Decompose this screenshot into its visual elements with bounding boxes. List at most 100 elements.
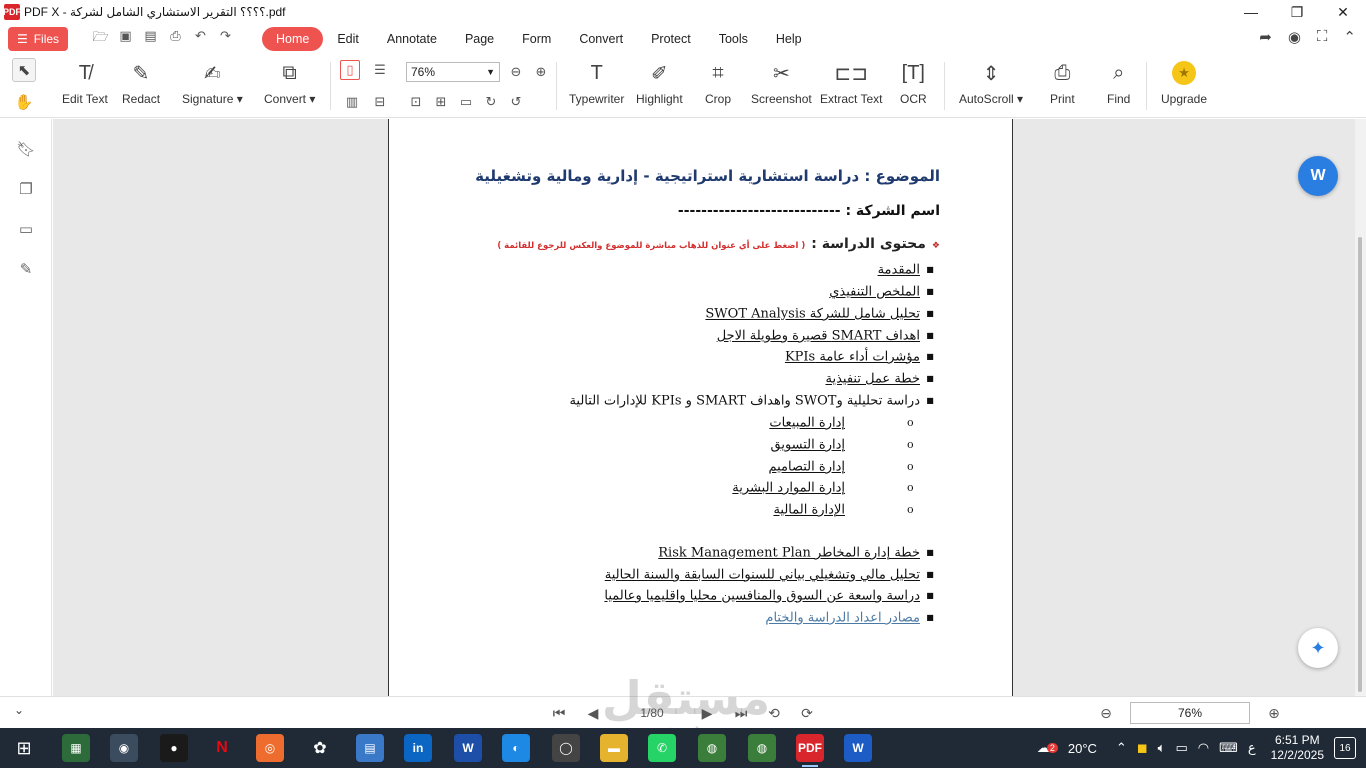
print-icon[interactable]: ⎙ [167,28,184,50]
wifi-icon[interactable]: ◠ [1198,740,1209,756]
security-icon[interactable]: ◼ [1137,740,1148,756]
tab-home[interactable]: Home [262,27,324,51]
toc-item[interactable]: ■تحليل مالي وتشغيلي بياني للسنوات السابق… [460,566,940,585]
ocr-button[interactable]: [T] OCR [900,60,927,107]
continuous-scroll-icon[interactable]: ☰ [370,60,390,80]
tab-annotate[interactable]: Annotate [373,27,451,51]
clock[interactable]: 6:51 PM 12/2/2025 [1271,733,1324,763]
save-as-icon[interactable]: ▤ [142,28,159,50]
screenshot-button[interactable]: ✂ Screenshot [751,60,812,107]
collapse-ribbon-icon[interactable]: ⌃ [1343,28,1356,46]
upgrade-button[interactable]: ★ Upgrade [1161,60,1207,106]
linkedin-app-icon[interactable]: in [404,734,432,762]
signature-button[interactable]: ✍ Signature ▾ [182,60,243,107]
toc-item[interactable]: ■دراسة تحليلية وSWOT واهداف SMART و KPIs… [460,392,940,411]
toc-item[interactable]: ■الملخص التنفيذي [460,283,940,302]
open-folder-icon[interactable]: 🗁 [92,28,109,50]
tab-page[interactable]: Page [451,27,508,51]
volume-icon[interactable]: 🔈︎ [1158,740,1166,756]
files-button[interactable]: ☰ Files [8,27,68,51]
convert-button[interactable]: ⧉ Convert ▾ [264,60,315,107]
tab-form[interactable]: Form [508,27,565,51]
word-app-icon[interactable]: W [844,734,872,762]
rotate-right-icon[interactable]: ↻ [481,92,501,112]
windows-start-icon[interactable]: ⊞ [0,728,48,768]
toc-subitem[interactable]: oإدارة التسويق [460,436,940,455]
extract-text-button[interactable]: ⊏⊐ Extract Text [820,60,882,107]
last-page-icon[interactable]: ⏭ [731,703,751,723]
toc-item[interactable]: ■تحليل شامل للشركة SWOT Analysis [460,305,940,324]
language-indicator[interactable]: ع [1248,740,1256,756]
toc-item[interactable]: ■خطة إدارة المخاطر Risk Management Plan [460,544,940,563]
actual-size-icon[interactable]: ⊡ [406,92,426,112]
chatgpt-app-icon[interactable]: ✿ [306,734,334,762]
signature-panel-icon[interactable]: ✎ [16,259,36,279]
minimize-button[interactable]: — [1228,0,1274,24]
tab-tools[interactable]: Tools [705,27,762,51]
file-explorer-app-icon[interactable]: ▬ [600,734,628,762]
chrome-profile-app-icon[interactable]: ◯ [552,734,580,762]
netflix-app-icon[interactable]: N [208,734,236,762]
chrome-app-icon[interactable]: ◍ [698,734,726,762]
zoom-in-icon[interactable]: ⊕ [1264,703,1284,723]
pdf-page[interactable]: الموضوع : دراسة استشارية استراتيجية - إد… [388,119,1013,696]
chrome-app-icon-2[interactable]: ◍ [748,734,776,762]
toc-item[interactable]: ■المقدمة [460,261,940,280]
zoom-select[interactable]: 76% ▼ [406,62,500,82]
recorder-app-icon[interactable]: ◎ [256,734,284,762]
notification-center-icon[interactable]: 16 [1334,737,1356,759]
hand-tool-icon[interactable]: ✋ [12,90,36,114]
slideshow-icon[interactable]: ⊟ [370,92,390,112]
toc-item[interactable]: ■مؤشرات أداء عامة KPIs [460,348,940,367]
media-app-icon[interactable]: ● [160,734,188,762]
browser-app-icon[interactable]: ◐ [502,734,530,762]
keyboard-icon[interactable]: ⌨ [1219,740,1238,756]
print-button[interactable]: ⎙ Print [1050,60,1075,107]
ai-assistant-icon[interactable]: ✦ [1298,628,1338,668]
toc-subitem[interactable]: oإدارة الموارد البشرية [460,479,940,498]
tab-protect[interactable]: Protect [637,27,705,51]
zoom-out-icon[interactable]: ⊖ [1096,703,1116,723]
word-online-app-icon[interactable]: W [454,734,482,762]
vertical-scrollbar[interactable] [1355,119,1366,696]
first-page-icon[interactable]: ⏮ [549,703,569,723]
toc-item[interactable]: ■دراسة واسعة عن السوق والمنافسين محليا و… [460,587,940,606]
tab-edit[interactable]: Edit [323,27,373,51]
chevron-down-icon[interactable]: ⌄ [14,703,24,717]
store-app-icon[interactable]: ▤ [356,734,384,762]
previous-page-icon[interactable]: ◀ [583,703,603,723]
scrollbar-thumb[interactable] [1358,237,1362,692]
fit-page-icon[interactable]: ⊞ [431,92,451,112]
go-back-icon[interactable]: ⟲ [764,703,784,723]
find-button[interactable]: ⌕ Find [1107,60,1130,107]
edit-text-button[interactable]: T̸ Edit Text [62,60,108,107]
crop-button[interactable]: ⌗ Crop [705,60,731,107]
comments-icon[interactable]: ▭ [16,219,36,239]
share-icon[interactable]: ➦ [1259,28,1272,46]
select-tool-icon[interactable]: ⬉ [12,58,36,82]
highlight-button[interactable]: ✐ Highlight [636,60,683,107]
typewriter-button[interactable]: T Typewriter [569,60,624,107]
zoom-out-icon[interactable]: ⊖ [506,62,526,82]
camera-app-icon[interactable]: ◉ [110,734,138,762]
read-mode-icon[interactable]: ◉ [1288,28,1301,46]
toc-item[interactable]: ■اهداف SMART قصيرة وطويلة الاجل [460,327,940,346]
document-viewer[interactable]: الموضوع : دراسة استشارية استراتيجية - إد… [53,119,1355,696]
thumbnails-icon[interactable]: ❐ [16,179,36,199]
fit-width-icon[interactable]: ▭ [456,92,476,112]
page-indicator[interactable]: 1/80 [620,703,684,723]
chevron-up-icon[interactable]: ⌃ [1116,740,1127,756]
toc-item[interactable]: ■مصادر اعداد الدراسة والختام [460,609,940,628]
bookmark-icon[interactable]: 🔖︎ [16,139,36,159]
single-page-icon[interactable]: ▯ [340,60,360,80]
two-page-icon[interactable]: ▥ [342,92,362,112]
save-icon[interactable]: ▣ [117,28,134,50]
fullscreen-icon[interactable]: ⛶ [1317,28,1328,46]
undo-icon[interactable]: ↶ [192,28,209,50]
temperature-label[interactable]: 20°C [1068,741,1097,756]
zoom-level-field[interactable]: 76% [1130,702,1250,724]
whatsapp-app-icon[interactable]: ✆ [648,734,676,762]
redact-button[interactable]: ✎ Redact [122,60,160,107]
toc-subitem[interactable]: oالإدارة المالية [460,501,940,520]
toc-item[interactable]: ■خطة عمل تنفيذية [460,370,940,389]
